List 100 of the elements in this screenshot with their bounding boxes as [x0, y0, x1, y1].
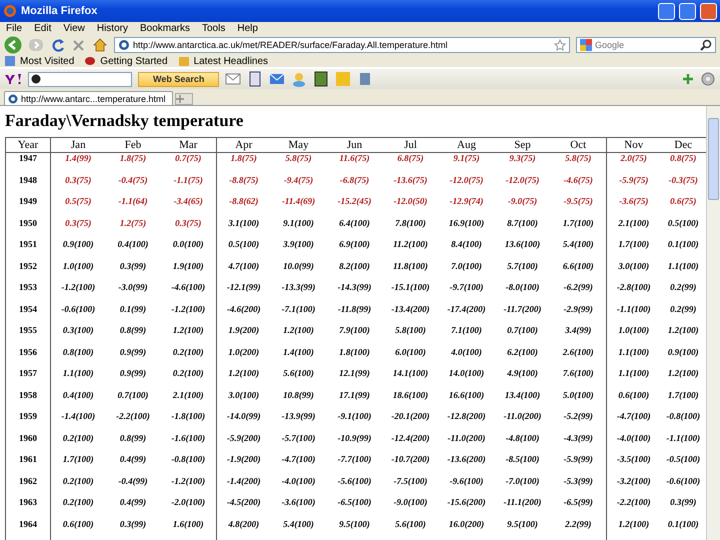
table-cell-text: -13.6(75): [392, 174, 428, 187]
table-cell-text: 0.9(100): [666, 346, 700, 359]
menu-item[interactable]: Edit: [34, 23, 52, 34]
table-cell-text: 8.2(100): [338, 260, 371, 273]
table-cell: -3.4(65): [160, 196, 216, 218]
table-cell-text: 13.6(100): [504, 239, 542, 251]
menu-item[interactable]: History: [96, 23, 128, 34]
year-cell: 1959: [6, 411, 50, 432]
browser-tab[interactable]: http://www.antarc...temperature.html: [4, 91, 173, 105]
table-cell-text: -13.6(200): [446, 454, 487, 466]
table-cell: -4.3(99): [550, 432, 606, 454]
table-cell-text: -17.4(200): [446, 304, 487, 316]
table-cell-text: 1.2(100): [282, 325, 315, 337]
menu-item[interactable]: Bookmarks: [140, 23, 190, 34]
table-cell: -1.8(100): [160, 411, 216, 432]
table-cell-text: -1.1(100): [665, 432, 702, 445]
close-button[interactable]: [700, 2, 717, 20]
star-icon[interactable]: [554, 39, 566, 51]
table-cell: 2.1(100): [606, 218, 660, 239]
year-cell: 1961: [6, 454, 50, 476]
table-cell-text: 0.6(75): [669, 196, 698, 208]
menu-item[interactable]: Help: [237, 23, 258, 34]
table-cell: 0.3(100): [50, 325, 106, 346]
table-cell: 9.3(75): [494, 152, 550, 174]
table-cell: -0.6(100): [50, 304, 106, 325]
scrollbar[interactable]: [706, 106, 720, 540]
bookmark-link[interactable]: Most Visited: [20, 56, 74, 66]
yahoo-logo-icon[interactable]: [4, 72, 22, 86]
year-cell: 1952: [6, 260, 50, 282]
home-icon[interactable]: [92, 37, 108, 53]
table-cell-text: 0.1(100): [666, 239, 700, 251]
table-cell: -1.4(100): [50, 411, 106, 432]
menu-item[interactable]: File: [6, 23, 22, 34]
plus-icon[interactable]: [682, 73, 694, 85]
table-cell-text: -0.5(100): [665, 454, 702, 466]
web-search-button[interactable]: Web Search: [138, 72, 220, 86]
table-cell: 5.4(100): [550, 239, 606, 260]
table-cell-text: -11.1(200): [502, 497, 542, 509]
table-cell: -2.2(100): [606, 497, 660, 518]
table-cell-text: -0.4(75): [117, 174, 149, 187]
menu-item[interactable]: Tools: [202, 23, 226, 34]
table-cell: 0.5(75): [50, 196, 106, 218]
bookmark-link[interactable]: Getting Started: [100, 56, 168, 66]
table-cell: -1.6(100): [160, 432, 216, 454]
table-cell-text: -7.0(100): [504, 476, 540, 488]
bookmark-link[interactable]: Latest Headlines: [194, 56, 268, 66]
table-cell: -0.8(100): [160, 454, 216, 476]
table-cell: 0.4(100): [50, 390, 106, 411]
table-cell: 1.0(200): [216, 346, 270, 368]
table-cell: 6.6(100): [550, 260, 606, 282]
table-cell: 0.3(75): [50, 218, 106, 239]
table-cell: 0.8(100): [50, 346, 106, 368]
yahoo-search-field[interactable]: [28, 72, 132, 86]
table-cell-text: -1.1(64): [117, 196, 149, 208]
table-cell: 1.9(100): [160, 260, 216, 282]
table-cell-text: 9.5(100): [338, 518, 371, 531]
table-cell-text: 16.0(200): [448, 518, 486, 531]
table-cell: 0.6(100): [50, 518, 106, 540]
column-header: Oct: [550, 138, 606, 152]
document-icon[interactable]: [247, 71, 264, 87]
menu-item[interactable]: View: [63, 23, 85, 34]
table-cell-text: 1.2(100): [666, 368, 700, 380]
year-cell: 1951: [6, 239, 50, 260]
table-cell-text: 0.1(100): [666, 518, 700, 531]
table-cell: 7.6(100): [550, 368, 606, 390]
table-cell-text: 0.9(99): [118, 368, 148, 380]
table-cell-text: 7.9(100): [338, 325, 371, 337]
table-cell: -1.2(100): [160, 476, 216, 497]
table-cell-text: 5.4(100): [282, 518, 315, 531]
table-cell-text: 0.7(100): [116, 390, 150, 402]
address-bar[interactable]: http://www.antarctica.ac.uk/met/READER/surface/Faraday.All.temperature.html: [114, 37, 570, 53]
year-cell: 1950: [6, 218, 50, 239]
messenger-icon[interactable]: [291, 71, 308, 87]
minimize-button[interactable]: [658, 2, 675, 20]
envelope-icon[interactable]: [225, 71, 242, 87]
table-cell-text: -13.3(99): [280, 282, 316, 294]
table-cell-text: 0.2(99): [669, 304, 698, 316]
search-box[interactable]: Google: [576, 37, 716, 53]
table-cell-text: 1.8(100): [338, 346, 371, 359]
table-cell-text: -12.9(74): [448, 196, 484, 208]
table-cell: 0.0(100): [160, 239, 216, 260]
table-cell: 9.1(75): [438, 152, 494, 174]
table-cell-text: 0.3(99): [118, 260, 148, 273]
search-icon[interactable]: [700, 39, 712, 51]
reload-icon[interactable]: [50, 38, 65, 52]
table-cell: -1.4(200): [216, 476, 270, 497]
table-cell: 1.7(100): [606, 239, 660, 260]
table-cell: 1.0(100): [606, 325, 660, 346]
table-cell-text: 14.1(100): [392, 368, 430, 380]
table-cell: 1.8(75): [216, 152, 270, 174]
table-cell-text: -0.4(99): [117, 476, 149, 488]
mail-icon[interactable]: [269, 71, 286, 87]
table-cell: -14.0(99): [216, 411, 270, 432]
new-tab-button[interactable]: [174, 93, 193, 105]
table-cell: 4.7(100): [216, 260, 270, 282]
page-heading: Faraday\Vernadsky temperature: [5, 111, 244, 131]
stop-icon[interactable]: [71, 38, 86, 52]
table-cell: 0.2(100): [50, 432, 106, 454]
maximize-button[interactable]: [679, 2, 696, 20]
table-cell-text: 5.8(100): [394, 325, 427, 337]
